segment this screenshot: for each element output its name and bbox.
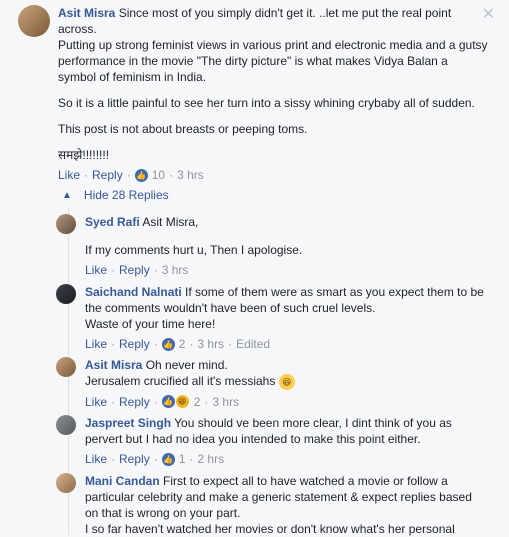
reply-button[interactable]: Reply [92,167,123,183]
comment-actions: Like · Reply · 3 hrs [85,262,486,278]
separator: · [153,337,158,351]
reaction-count[interactable]: 2 [179,336,186,352]
reaction-count[interactable]: 1 [179,451,186,467]
reply-comment: Asit Misra Oh never mind. Jerusalem cruc… [56,357,486,410]
comment-author[interactable]: Syed Rafi [85,215,140,229]
separator: · [153,452,158,466]
comment-text: Jerusalem crucified all it's messiahs [85,374,276,388]
hide-replies-link[interactable]: ▲ Hide 28 Replies [62,188,169,202]
haha-icon[interactable]: 😆 [174,394,190,410]
comment-actions: Like · Reply · 👍 2 · 3 hrs · Edited [85,336,486,352]
comment-author[interactable]: Mani Candan [85,474,160,488]
timestamp[interactable]: 3 hrs [162,262,189,278]
like-button[interactable]: Like [85,394,107,410]
comment-text: So it is a little painful to see her tur… [58,96,475,110]
like-button[interactable]: Like [58,167,80,183]
separator: · [126,168,131,182]
reaction-count[interactable]: 2 [194,394,201,410]
avatar[interactable] [56,473,76,493]
reply-button[interactable]: Reply [119,262,150,278]
comment-thread: ✕ Asit Misra Since most of you simply di… [0,0,509,537]
like-icon[interactable]: 👍 [161,452,175,466]
comment-text: समझे!!!!!!!! [58,148,110,162]
comment-text: Putting up strong feminist views in vari… [58,38,488,84]
comment-author[interactable]: Jaspreet Singh [85,416,171,430]
timestamp[interactable]: 2 hrs [197,451,224,467]
separator: · [228,337,233,351]
reply-button[interactable]: Reply [119,394,150,410]
comment-text: Waste of your time here! [85,317,216,331]
separator: · [111,452,116,466]
caret-up-icon: ▲ [62,189,72,201]
separator: · [153,263,158,277]
separator: · [111,337,116,351]
reply-comment: Mani Candan First to expect all to have … [56,473,486,537]
comment-actions: Like · Reply · 👍 😆 2 · 3 hrs [85,394,486,410]
like-icon[interactable]: 👍 [161,395,175,409]
timestamp[interactable]: 3 hrs [197,336,224,352]
edited-label[interactable]: Edited [236,336,270,352]
comment-text: This post is not about breasts or peepin… [58,122,308,136]
like-icon[interactable]: 👍 [161,337,175,351]
separator: · [111,394,116,409]
comment-author[interactable]: Asit Misra [58,6,115,20]
avatar[interactable] [56,357,76,377]
main-comment: Asit Misra Since most of you simply didn… [18,5,488,183]
like-button[interactable]: Like [85,336,107,352]
reply-comment: Saichand Nalnati If some of them were as… [56,284,486,352]
laughing-emoji-icon: 😆 [278,373,295,390]
separator: · [84,168,89,182]
comment-text: Oh never mind. [145,358,228,372]
comment-author[interactable]: Saichand Nalnati [85,285,182,299]
reply-button[interactable]: Reply [119,336,150,352]
like-icon[interactable]: 👍 [134,168,148,182]
avatar[interactable] [18,5,50,37]
avatar[interactable] [56,284,76,304]
comment-author[interactable]: Asit Misra [85,358,142,372]
timestamp[interactable]: 3 hrs [177,167,204,183]
separator: · [153,394,158,409]
main-comment-body: Asit Misra Since most of you simply didn… [58,5,488,183]
reply-button[interactable]: Reply [119,451,150,467]
reply-comment: Jaspreet Singh You should ve been more c… [56,415,486,467]
separator: · [189,452,194,466]
separator: · [111,263,116,277]
timestamp[interactable]: 3 hrs [212,394,239,410]
like-button[interactable]: Like [85,451,107,467]
reply-comment: Syed Rafi Asit Misra, If my comments hur… [56,214,486,278]
separator: · [169,168,174,182]
avatar[interactable] [56,214,76,234]
like-button[interactable]: Like [85,262,107,278]
reaction-count[interactable]: 10 [152,167,165,183]
comment-text: If my comments hurt u, Then I apologise. [85,243,303,257]
comment-text: Asit Misra, [142,215,199,229]
separator: · [204,394,209,409]
comment-text: Since most of you simply didn't get it. … [58,6,452,36]
avatar[interactable] [56,415,76,435]
hide-replies-label: Hide 28 Replies [83,188,169,202]
comment-actions: Like · Reply · 👍 1 · 2 hrs [85,451,486,467]
comment-actions: Like · Reply · 👍 10 · 3 hrs [58,167,488,183]
separator: · [189,337,194,351]
